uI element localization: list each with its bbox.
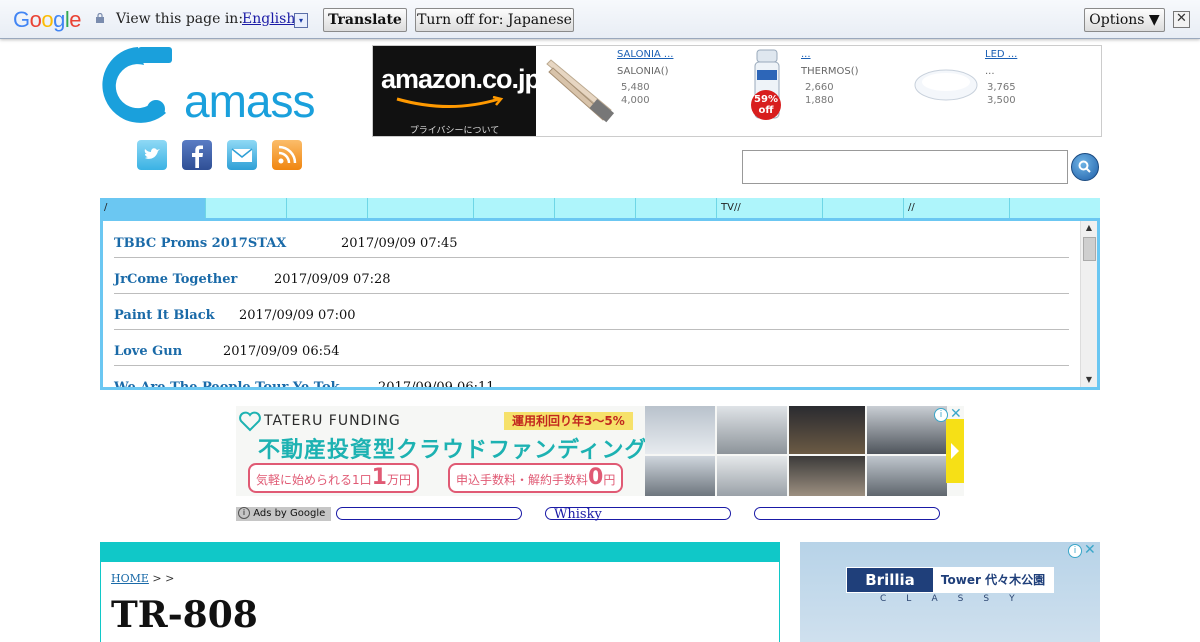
news-title[interactable]: We Are The People Tour Ye Tok... [114,365,353,387]
product-price: 3,765 [987,82,1016,93]
banner-pill-fee: 申込手数料・解約手数料0円 [448,463,624,493]
brillia-logo: Brillia Tower 代々木公園 [846,567,1054,593]
ad-link[interactable] [336,507,522,520]
category-nav: / TV// // [100,198,1100,218]
product-price: 5,480 [621,82,650,93]
banner-headline: 不動産投資型クラウドファンディング [258,438,648,463]
news-date: 2017/09/09 06:11 [378,380,495,390]
product-brand: ... [985,66,995,77]
twitter-icon[interactable] [137,140,167,170]
product-brand: SALONIA() [617,66,669,77]
product-list-price: 4,000 [621,95,650,106]
list-item[interactable]: TBBC Proms 2017STAX 2017/09/09 07:45 [114,221,1069,258]
product-title[interactable]: ... [801,49,811,60]
product-title[interactable]: SALONIA ... [617,49,673,60]
ad-close-icon[interactable]: ✕ [1084,543,1096,557]
options-button[interactable]: Options ▼ [1084,8,1165,32]
nav-item[interactable]: / [100,198,206,218]
nav-item[interactable] [206,198,287,218]
discount-badge: 59% off [751,90,781,120]
svg-text:amass: amass [184,75,314,127]
breadcrumb-home[interactable]: HOME [111,572,149,585]
side-ad-tagline: CLASSY [880,594,1035,604]
product-title[interactable]: LED ... [985,49,1017,60]
search-icon [1078,160,1091,173]
google-logo: Google [13,7,82,32]
banner-brand: TATERU FUNDING [264,413,401,429]
list-item[interactable]: Love Gun 2017/09/09 06:54 [114,329,1069,366]
list-item[interactable]: JrCome Together 2017/09/09 07:28 [114,257,1069,294]
nav-item[interactable] [1010,198,1100,218]
ad-info-icon[interactable]: i [1068,544,1082,558]
heart-logo-icon [239,411,261,432]
news-scrollbar[interactable]: ▲ ▼ [1080,221,1097,387]
list-item[interactable]: We Are The People Tour Ye Tok... 2017/09… [114,365,1069,390]
scroll-down-icon[interactable]: ▼ [1081,373,1097,387]
nav-item[interactable]: TV// [717,198,823,218]
ad-close-icon[interactable]: ✕ [950,407,962,421]
facebook-icon[interactable] [182,140,212,170]
hair-iron-image[interactable] [541,54,616,126]
site-header: amass amazon.co.jp プライバシーについて SALONIA ..… [100,45,1102,198]
translate-button[interactable]: Translate [323,8,407,32]
language-select[interactable]: English [242,11,295,27]
news-list[interactable]: TBBC Proms 2017STAX 2017/09/09 07:45 JrC… [100,218,1100,390]
amazon-logo[interactable]: amazon.co.jp プライバシーについて [373,46,541,136]
scroll-up-icon[interactable]: ▲ [1081,221,1097,235]
article-header-bar [100,542,780,562]
banner-next-icon[interactable] [946,419,964,483]
nav-item[interactable] [287,198,368,218]
close-icon[interactable]: ✕ [1173,11,1190,28]
product-list-price: 3,500 [987,95,1016,106]
amazon-ad-strip: amazon.co.jp プライバシーについて SALONIA ... SALO… [372,45,1102,137]
info-icon: i [238,507,250,519]
ad-link[interactable] [754,507,940,520]
language-dropdown-icon[interactable]: ▾ [294,13,308,28]
nav-item[interactable] [474,198,555,218]
banner-yield: 運用利回り年3〜5% [504,412,633,430]
banner-photos [645,406,964,496]
scroll-thumb[interactable] [1083,237,1096,261]
product-list-price: 1,880 [805,95,834,106]
nav-item[interactable] [823,198,904,218]
nav-item[interactable]: // [904,198,1010,218]
ads-by-google[interactable]: i Ads by Google [236,507,331,521]
ad-link[interactable]: Whisky [545,507,731,521]
search-button[interactable] [1071,153,1099,181]
nav-item[interactable] [555,198,636,218]
list-item[interactable]: Paint It Black 2017/09/09 07:00 [114,293,1069,330]
nav-item[interactable] [368,198,474,218]
banner-pill-min: 気軽に始められる1口1万円 [248,463,419,493]
amazon-smile-icon [396,96,504,108]
breadcrumb: HOME > > [111,572,175,585]
mail-icon[interactable] [227,140,257,170]
translate-bar: Google View this page in: English ▾ Tran… [0,0,1200,39]
lock-icon [96,13,104,23]
led-light-image[interactable] [913,68,979,102]
product-brand: THERMOS() [801,66,859,77]
product-price: 2,660 [805,82,834,93]
search-input[interactable] [742,150,1068,184]
turn-off-button[interactable]: Turn off for: Japanese [415,8,574,32]
side-ad[interactable]: Brillia Tower 代々木公園 CLASSY i ✕ [800,542,1100,642]
ad-info-icon[interactable]: i [934,408,948,422]
site-logo[interactable]: amass [100,45,325,127]
nav-item[interactable] [636,198,717,218]
rss-icon[interactable] [272,140,302,170]
banner-ad[interactable]: TATERU FUNDING 運用利回り年3〜5% 不動産投資型クラウドファンデ… [236,406,964,496]
translate-prompt: View this page in: [116,11,244,27]
article: HOME > > TR-808 [100,562,780,642]
